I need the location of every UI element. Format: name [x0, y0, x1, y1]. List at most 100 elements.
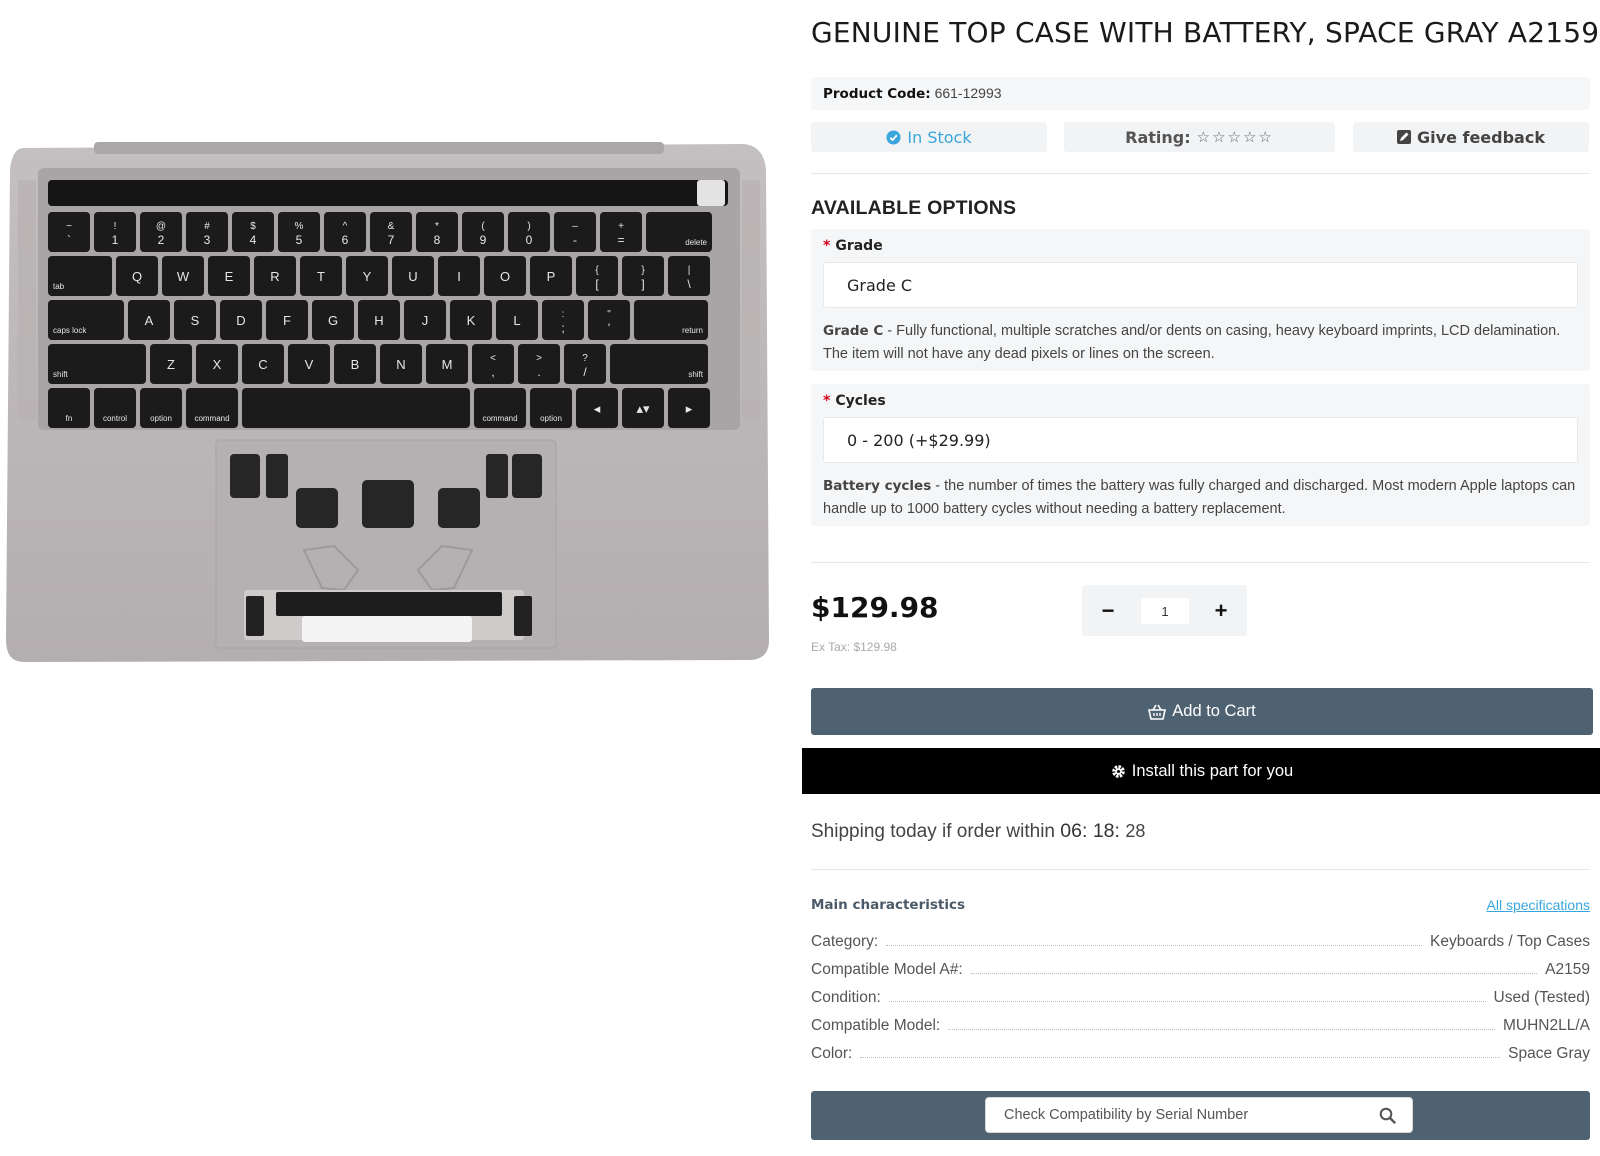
- keyboard-key-label: ~: [66, 221, 72, 232]
- spec-row: Compatible Model A#: A2159: [811, 957, 1590, 979]
- grade-description: Grade C - Fully functional, multiple scr…: [823, 320, 1578, 366]
- rating[interactable]: Rating: ☆☆☆☆☆: [1064, 122, 1335, 152]
- keyboard-key-label: 7: [388, 233, 395, 247]
- keyboard-key-label: ▴▾: [636, 401, 650, 416]
- keyboard-key-label: @: [156, 221, 166, 232]
- install-part-label: Install this part for you: [1131, 761, 1294, 780]
- keyboard-key-label: ,: [491, 365, 494, 379]
- serial-check-bar: Check Compatibility by Serial Number: [811, 1091, 1590, 1140]
- keyboard-key-label: option: [540, 414, 562, 423]
- keyboard-key-label: ◂: [594, 401, 601, 416]
- keyboard-key-label: 5: [296, 233, 303, 247]
- grade-label-text: Grade: [835, 238, 883, 254]
- keyboard-key-label: :: [562, 309, 565, 320]
- cycles-description: Battery cycles - the number of times the…: [823, 475, 1578, 521]
- serial-number-input[interactable]: Check Compatibility by Serial Number: [985, 1097, 1413, 1133]
- keyboard-key-label: T: [317, 269, 325, 284]
- keyboard-key-label: ": [607, 309, 611, 320]
- keyboard-key-label: B: [351, 357, 360, 372]
- keyboard-key-label: A: [145, 313, 154, 328]
- quantity-stepper: − +: [1082, 585, 1247, 636]
- install-part-button[interactable]: Install this part for you: [802, 748, 1600, 794]
- edit-icon: [1397, 130, 1412, 144]
- ex-tax-price: Ex Tax: $129.98: [811, 640, 897, 654]
- gear-icon: [1111, 764, 1126, 779]
- add-to-cart-button[interactable]: Add to Cart: [811, 688, 1593, 735]
- quantity-input[interactable]: [1141, 598, 1189, 624]
- cycles-select[interactable]: 0 - 200 (+$29.99): [823, 417, 1578, 463]
- grade-desc-text: - Fully functional, multiple scratches a…: [823, 323, 1561, 362]
- check-circle-icon: [886, 129, 901, 145]
- keyboard-key-label: ): [527, 221, 530, 232]
- product-code-box: Product Code: 661-12993: [811, 77, 1590, 110]
- product-title: GENUINE TOP CASE WITH BATTERY, SPACE GRA…: [811, 16, 1600, 49]
- spec-key: Compatible Model:: [811, 1017, 941, 1034]
- countdown-minutes: 18: [1092, 820, 1115, 842]
- keyboard-key-label: ▸: [686, 401, 693, 416]
- shipping-text: Shipping today if order within: [811, 821, 1061, 842]
- keyboard-key-label: 4: [250, 233, 257, 247]
- keyboard-key-label: N: [396, 357, 405, 372]
- grade-select[interactable]: Grade C: [823, 262, 1578, 308]
- keyboard-key-label: I: [457, 269, 461, 284]
- keyboard-key-label: J: [422, 313, 429, 328]
- cycles-label-text: Cycles: [835, 393, 886, 409]
- keyboard-key: [242, 388, 470, 428]
- keyboard-key-label: command: [194, 414, 229, 423]
- keyboard-key-label: S: [191, 313, 200, 328]
- keyboard-key-label: <: [490, 353, 496, 364]
- keyboard-key-label: –: [572, 221, 578, 232]
- keyboard-key-label: D: [236, 313, 245, 328]
- serial-number-placeholder: Check Compatibility by Serial Number: [1004, 1107, 1249, 1123]
- keyboard-key-label: C: [258, 357, 267, 372]
- search-icon[interactable]: [1379, 1107, 1396, 1128]
- cycles-desc-text: - the number of times the battery was fu…: [823, 478, 1576, 517]
- keyboard-key-label: 1: [112, 233, 119, 247]
- keyboard-key-label: X: [213, 357, 222, 372]
- keyboard-key-label: 8: [434, 233, 441, 247]
- keyboard-key-label: 9: [480, 233, 487, 247]
- grade-option-panel: * Grade Grade C Grade C - Fully functiona…: [811, 229, 1590, 371]
- rating-stars[interactable]: ☆☆☆☆☆: [1197, 128, 1274, 146]
- keyboard-key-label: 6: [342, 233, 349, 247]
- give-feedback-button[interactable]: Give feedback: [1353, 122, 1589, 152]
- keyboard-key-label: .: [537, 365, 540, 379]
- product-code-label: Product Code:: [823, 86, 931, 102]
- keyboard-key-label: %: [295, 221, 304, 232]
- keyboard-key-label: ': [608, 321, 610, 335]
- keyboard-key-label: O: [500, 269, 510, 284]
- spec-row: Color: Space Gray: [811, 1041, 1590, 1063]
- spec-value: A2159: [1545, 961, 1590, 978]
- keyboard-key-label: G: [328, 313, 338, 328]
- divider: [811, 173, 1590, 174]
- cycles-label: * Cycles: [823, 393, 886, 409]
- spec-value: Space Gray: [1508, 1045, 1590, 1062]
- stock-label: In Stock: [907, 127, 972, 147]
- keyboard-key-label: control: [103, 414, 127, 423]
- keyboard-key-label: !: [114, 221, 117, 232]
- keyboard-key-label: +: [618, 221, 624, 232]
- cycles-option-panel: * Cycles 0 - 200 (+$29.99) Battery cycles…: [811, 384, 1590, 526]
- keyboard-key-label: R: [270, 269, 279, 284]
- grade-desc-bold: Grade C: [823, 323, 884, 339]
- spec-key: Compatible Model A#:: [811, 961, 963, 978]
- spec-key: Color:: [811, 1045, 853, 1062]
- spec-value: MUHN2LL/A: [1503, 1017, 1590, 1034]
- basket-icon: [1148, 704, 1167, 720]
- keyboard-key-label: command: [482, 414, 517, 423]
- product-code-value: 661-12993: [934, 85, 1002, 101]
- spec-row: Condition: Used (Tested): [811, 985, 1590, 1007]
- countdown-seconds: 28: [1125, 821, 1146, 841]
- all-specifications-link[interactable]: All specifications: [1487, 897, 1591, 913]
- quantity-increase-button[interactable]: +: [1199, 585, 1243, 636]
- keyboard-key-label: Z: [167, 357, 175, 372]
- keyboard-key-label: M: [442, 357, 453, 372]
- keyboard-key-label: ]: [641, 277, 644, 291]
- keyboard-key-label: |: [688, 265, 691, 276]
- keyboard-key-label: shift: [53, 370, 68, 379]
- keyboard-key-label: L: [513, 313, 520, 328]
- countdown-hours: 06: [1060, 820, 1082, 842]
- quantity-decrease-button[interactable]: −: [1086, 585, 1130, 636]
- spec-row: Compatible Model: MUHN2LL/A: [811, 1013, 1590, 1035]
- keyboard-key-label: U: [408, 269, 417, 284]
